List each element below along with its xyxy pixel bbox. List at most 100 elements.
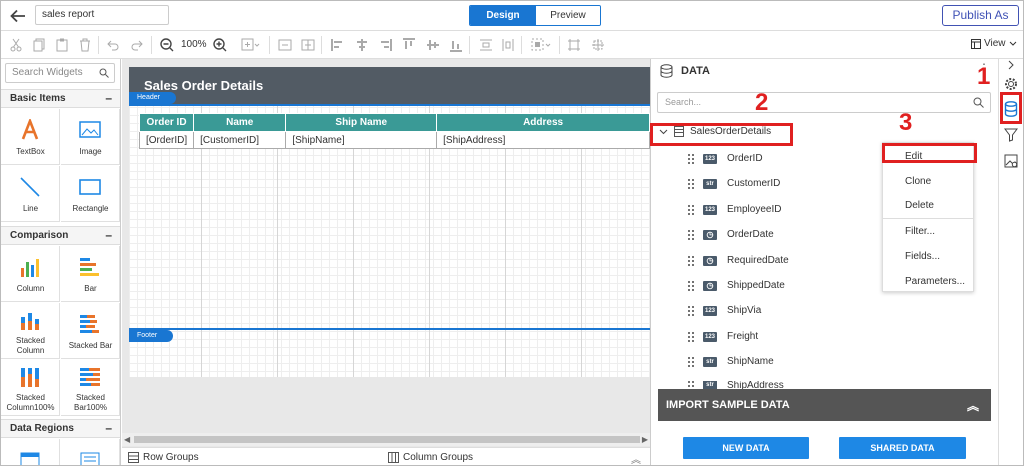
chevron-right-icon[interactable] bbox=[1004, 59, 1018, 74]
new-data-button[interactable]: NEW DATA bbox=[683, 437, 809, 459]
back-arrow-icon[interactable] bbox=[9, 7, 27, 25]
scroll-thumb[interactable] bbox=[134, 436, 640, 443]
field-item[interactable]: 123 EmployeeID bbox=[687, 204, 781, 215]
widget-bar[interactable]: Bar bbox=[61, 246, 120, 302]
annotation-box-1 bbox=[1000, 92, 1022, 124]
drag-handle-icon[interactable] bbox=[687, 305, 695, 316]
align-bottom-icon[interactable] bbox=[449, 38, 463, 52]
header-title[interactable]: Sales Order Details bbox=[144, 78, 263, 93]
field-item[interactable]: 123 ShipVia bbox=[687, 305, 761, 316]
collapse-icon[interactable]: – bbox=[105, 228, 112, 242]
row-groups-toggle[interactable]: Row Groups bbox=[128, 452, 199, 463]
drag-handle-icon[interactable] bbox=[687, 204, 695, 215]
distribute-horizontal-icon[interactable] bbox=[479, 38, 493, 52]
drag-handle-icon[interactable] bbox=[687, 381, 695, 389]
publish-as-button[interactable]: Publish As bbox=[942, 5, 1019, 26]
field-item[interactable]: str ShipName bbox=[687, 356, 774, 367]
expand-groups-icon[interactable]: ︽ bbox=[631, 451, 641, 465]
field-item[interactable]: ◷ ShippedDate bbox=[687, 280, 785, 291]
horizontal-scrollbar[interactable]: ◀ ▶ bbox=[122, 433, 650, 446]
import-sample-data[interactable]: IMPORT SAMPLE DATA ︽ bbox=[658, 389, 991, 421]
widget-image[interactable]: Image bbox=[61, 109, 120, 165]
drag-handle-icon[interactable] bbox=[687, 331, 695, 342]
widget-list[interactable] bbox=[61, 439, 120, 465]
table-header-cell[interactable]: Address bbox=[436, 113, 650, 132]
design-tab[interactable]: Design bbox=[470, 6, 536, 25]
align-right-icon[interactable] bbox=[378, 38, 392, 52]
zoom-in-icon[interactable] bbox=[213, 38, 227, 52]
widget-stacked-column[interactable]: Stacked Column bbox=[1, 303, 60, 359]
widget-search-input[interactable]: Search Widgets bbox=[5, 63, 115, 83]
menu-filter[interactable]: Filter... bbox=[905, 226, 935, 237]
collapse-icon[interactable]: – bbox=[105, 421, 112, 435]
table-header-cell[interactable]: Ship Name bbox=[285, 113, 438, 132]
collapse-icon[interactable]: – bbox=[105, 91, 112, 105]
field-item[interactable]: 123 Freight bbox=[687, 331, 758, 342]
distribute-vertical-icon[interactable] bbox=[501, 38, 515, 52]
table-header-cell[interactable]: Name bbox=[193, 113, 287, 132]
split-cells-icon[interactable] bbox=[301, 38, 315, 52]
table-cell[interactable]: [ShipAddress] bbox=[436, 131, 650, 149]
report-table[interactable]: Order ID Name Ship Name Address [OrderID… bbox=[138, 113, 650, 149]
report-name-input[interactable]: sales report bbox=[35, 5, 169, 25]
widget-stacked-bar100[interactable]: Stacked Bar100% bbox=[61, 360, 120, 416]
drag-handle-icon[interactable] bbox=[687, 178, 695, 189]
double-chevron-up-icon[interactable]: ︽ bbox=[967, 397, 979, 414]
field-item[interactable]: str ShipAddress bbox=[687, 381, 784, 389]
scroll-left-icon[interactable]: ◀ bbox=[124, 435, 130, 444]
widget-stacked-bar[interactable]: Stacked Bar bbox=[61, 303, 120, 359]
menu-fields[interactable]: Fields... bbox=[905, 251, 940, 262]
arrange-icon[interactable] bbox=[531, 38, 553, 52]
preview-tab[interactable]: Preview bbox=[536, 6, 600, 25]
align-middle-icon[interactable] bbox=[426, 38, 440, 52]
snap-lines-icon[interactable] bbox=[591, 38, 605, 52]
data-search-input[interactable]: Search... bbox=[657, 92, 991, 113]
widget-line[interactable]: Line bbox=[1, 166, 60, 222]
table-cell[interactable]: [ShipName] bbox=[285, 131, 438, 149]
drag-handle-icon[interactable] bbox=[687, 153, 695, 164]
field-item[interactable]: ◷ RequiredDate bbox=[687, 255, 789, 266]
field-item[interactable]: str CustomerID bbox=[687, 178, 780, 189]
copy-icon[interactable] bbox=[33, 38, 45, 52]
merge-cells-icon[interactable] bbox=[278, 38, 292, 52]
fit-page-icon[interactable] bbox=[241, 38, 261, 52]
column-groups-toggle[interactable]: Column Groups bbox=[388, 452, 473, 463]
category-basic-items[interactable]: Basic Items – bbox=[1, 89, 120, 108]
zoom-out-icon[interactable] bbox=[160, 38, 174, 52]
align-top-icon[interactable] bbox=[402, 38, 416, 52]
align-center-icon[interactable] bbox=[355, 38, 369, 52]
widget-table[interactable] bbox=[1, 439, 60, 465]
undo-icon[interactable] bbox=[107, 38, 119, 52]
align-left-icon[interactable] bbox=[331, 38, 345, 52]
drag-handle-icon[interactable] bbox=[687, 229, 695, 240]
menu-parameters[interactable]: Parameters... bbox=[905, 276, 965, 287]
drag-handle-icon[interactable] bbox=[687, 280, 695, 291]
header-band[interactable]: Sales Order Details bbox=[129, 67, 650, 104]
table-cell[interactable]: [CustomerID] bbox=[193, 131, 287, 149]
shared-data-button[interactable]: SHARED DATA bbox=[839, 437, 966, 459]
report-body[interactable]: Sales Order Details Header Order ID Name… bbox=[129, 67, 650, 377]
widget-textbox[interactable]: TextBox bbox=[1, 109, 60, 165]
widget-column[interactable]: Column bbox=[1, 246, 60, 302]
widget-stacked-column100[interactable]: Stacked Column100% bbox=[1, 360, 60, 416]
view-dropdown[interactable]: View bbox=[971, 38, 1017, 49]
widget-rectangle[interactable]: Rectangle bbox=[61, 166, 120, 222]
menu-clone[interactable]: Clone bbox=[905, 176, 931, 187]
category-data-regions[interactable]: Data Regions – bbox=[1, 419, 120, 438]
table-cell[interactable]: [OrderID] bbox=[138, 131, 195, 149]
snap-grid-icon[interactable] bbox=[567, 38, 581, 52]
drag-handle-icon[interactable] bbox=[687, 356, 695, 367]
drag-handle-icon[interactable] bbox=[687, 255, 695, 266]
delete-icon[interactable] bbox=[79, 38, 91, 52]
scroll-right-icon[interactable]: ▶ bbox=[642, 435, 648, 444]
category-comparison[interactable]: Comparison – bbox=[1, 226, 120, 245]
filter-icon[interactable] bbox=[1004, 128, 1018, 145]
menu-delete[interactable]: Delete bbox=[905, 200, 934, 211]
redo-icon[interactable] bbox=[131, 38, 143, 52]
field-item[interactable]: 123 OrderID bbox=[687, 153, 763, 164]
image-manager-icon[interactable] bbox=[1004, 154, 1018, 171]
paste-icon[interactable] bbox=[56, 38, 68, 52]
cut-icon[interactable] bbox=[10, 38, 22, 52]
table-header-cell[interactable]: Order ID bbox=[138, 113, 195, 132]
field-item[interactable]: ◷ OrderDate bbox=[687, 229, 774, 240]
